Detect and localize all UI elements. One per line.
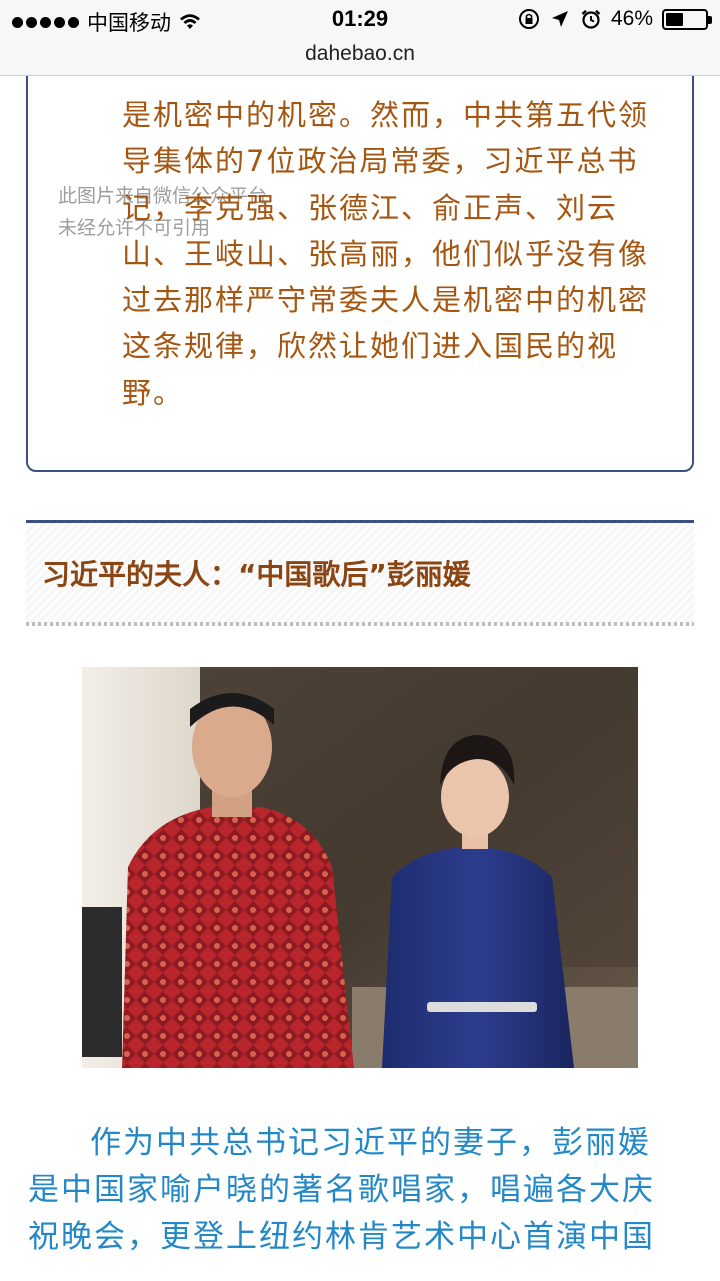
quote-text: 是机密中的机密。然而，中共第五代领 导集体的7位政治局常委，习近平总书 记，李克… (122, 92, 670, 416)
status-bar: 中国移动 01:29 46% (0, 0, 720, 40)
status-right: 46% (518, 7, 712, 31)
url-bar[interactable]: dahebao.cn (0, 40, 720, 76)
quote-line: 是机密中的机密。然而，中共第五代领 (122, 98, 650, 132)
section-heading: 习近平的夫人：“中国歌后”彭丽媛 (26, 520, 694, 626)
quote-line: 过去那样严守常委夫人是机密中的机密 (122, 283, 650, 318)
location-arrow-icon (551, 11, 568, 27)
battery-percent: 46% (610, 7, 653, 30)
quote-line: 记，李克强、张德江、俞正声、刘云 (122, 190, 619, 225)
body-line: 是中国家喻户晓的著名歌唱家，唱遍各大庆 (28, 1172, 655, 1208)
quote-line: 导集体的7位政治局常委，习近平总书 (122, 144, 639, 179)
quote-line: 这条规律，欣然让她们进入国民的视 (122, 329, 619, 364)
quote-line: 野。 (122, 375, 185, 410)
body-line: 祝晚会，更登上纽约林肯艺术中心首演中国 (28, 1219, 655, 1255)
orientation-lock-icon (518, 9, 539, 29)
quote-line: 山、王岐山、张高丽，他们似乎没有像 (122, 236, 650, 271)
page: 此图片来自微信公众平台 未经允许不可引用 是机密中的机密。然而，中共第五代领 导… (0, 0, 720, 1281)
quote-box: 此图片来自微信公众平台 未经允许不可引用 是机密中的机密。然而，中共第五代领 导… (26, 30, 694, 472)
article-body: 作为中共总书记习近平的妻子，彭丽媛 是中国家喻户晓的著名歌唱家，唱遍各大庆 祝晚… (28, 1120, 694, 1261)
article-photo[interactable] (82, 667, 638, 1068)
battery-icon (662, 8, 712, 30)
battery-fill (666, 12, 684, 26)
photo-image (82, 667, 638, 1068)
body-line: 作为中共总书记习近平的妻子，彭丽媛 (90, 1125, 651, 1161)
section-title: 习近平的夫人：“中国歌后”彭丽媛 (42, 558, 471, 591)
url-text[interactable]: dahebao.cn (305, 42, 415, 65)
alarm-clock-icon (581, 9, 601, 29)
